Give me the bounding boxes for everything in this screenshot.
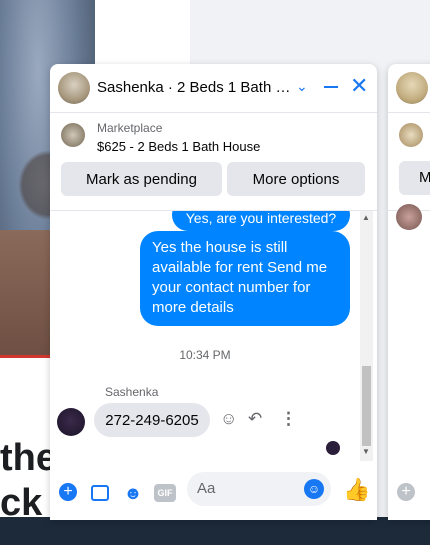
scroll-up-icon[interactable]: ▲ bbox=[362, 213, 370, 222]
gif-icon[interactable]: GIF bbox=[154, 484, 176, 502]
mark-as-pending-button[interactable]: M bbox=[399, 161, 430, 195]
plus-icon[interactable]: + bbox=[397, 483, 415, 501]
sender-name: Sashenka bbox=[105, 385, 159, 399]
incoming-message: 272-249-6205 bbox=[94, 403, 210, 437]
taskbar bbox=[0, 517, 430, 545]
chat-header[interactable]: Sashenka · 2 Beds 1 Bath H… ⌄ ✕ bbox=[50, 64, 377, 113]
photo-icon[interactable] bbox=[91, 485, 109, 501]
avatar[interactable] bbox=[57, 408, 85, 436]
listing-thumbnail[interactable] bbox=[399, 123, 423, 147]
chat-window-2: M + bbox=[388, 64, 430, 520]
headline-fragment: the bbox=[0, 437, 57, 479]
react-icon[interactable]: ☺ bbox=[220, 409, 237, 429]
thumbs-up-icon[interactable]: 👍 bbox=[343, 478, 370, 502]
emoji-icon[interactable]: ☺ bbox=[304, 479, 324, 499]
marketplace-panel: Marketplace $625 - 2 Beds 1 Bath House M… bbox=[50, 113, 377, 211]
scroll-down-icon[interactable]: ▼ bbox=[362, 447, 370, 456]
seen-indicator bbox=[326, 441, 340, 455]
mark-as-pending-button[interactable]: Mark as pending bbox=[61, 162, 222, 196]
avatar[interactable] bbox=[396, 204, 422, 230]
message-list: Yes, are you interested? Yes the house i… bbox=[50, 211, 377, 466]
sticker-icon[interactable]: ☻ bbox=[123, 483, 143, 503]
chat-window: Sashenka · 2 Beds 1 Bath H… ⌄ ✕ Marketpl… bbox=[50, 64, 377, 520]
outgoing-message: Yes the house is still available for ren… bbox=[140, 231, 350, 326]
scrollbar[interactable]: ▲ ▼ bbox=[360, 211, 373, 461]
divider bbox=[388, 112, 430, 113]
reply-icon[interactable]: ↶ bbox=[248, 409, 262, 429]
scrollbar-thumb[interactable] bbox=[362, 366, 371, 446]
marketplace-label: Marketplace bbox=[97, 121, 163, 135]
more-icon[interactable]: ⋮ bbox=[280, 409, 297, 429]
timestamp: 10:34 PM bbox=[179, 348, 231, 362]
more-options-button[interactable]: More options bbox=[227, 162, 365, 196]
chat-title[interactable]: Sashenka · 2 Beds 1 Bath H… bbox=[97, 79, 297, 96]
avatar[interactable] bbox=[396, 72, 428, 104]
avatar[interactable] bbox=[58, 72, 90, 104]
composer: + ☻ GIF Aa ☺ 👍 bbox=[50, 466, 377, 520]
plus-icon[interactable]: + bbox=[59, 483, 77, 501]
close-icon[interactable]: ✕ bbox=[350, 75, 368, 97]
chevron-down-icon[interactable]: ⌄ bbox=[296, 78, 308, 95]
outgoing-message: Yes, are you interested? bbox=[172, 211, 350, 231]
minimize-icon[interactable] bbox=[324, 86, 338, 88]
listing-title[interactable]: $625 - 2 Beds 1 Bath House bbox=[97, 139, 260, 154]
listing-thumbnail[interactable] bbox=[61, 123, 85, 147]
